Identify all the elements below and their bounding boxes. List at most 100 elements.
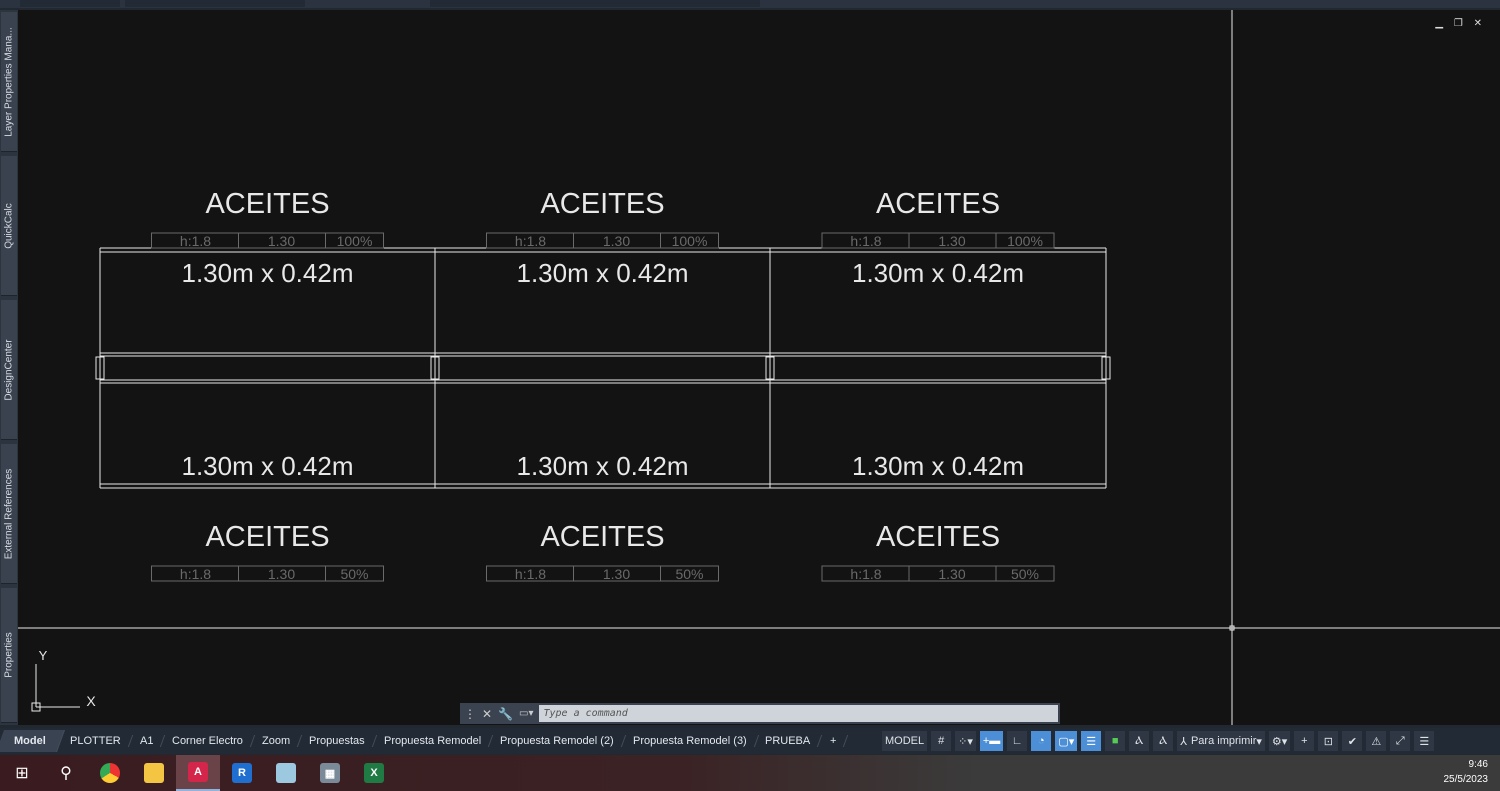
grid-icon[interactable]: # [931, 731, 952, 751]
graphics-warning-icon[interactable]: ⚠ [1366, 731, 1387, 751]
dimension-text: 1.30m x 0.42m [182, 258, 354, 288]
tag-text: 100% [672, 233, 708, 249]
dimension-text: 1.30m x 0.42m [517, 451, 689, 481]
side-palettes: Layer Properties Mana... QuickCalc Desig… [0, 10, 18, 725]
palette-label: Layer Properties Mana... [3, 26, 15, 137]
tag-text: h:1.8 [850, 566, 881, 582]
autocad-icon[interactable]: A [176, 755, 220, 791]
time: 9:46 [1468, 759, 1488, 770]
ortho-icon[interactable]: ∟ [1007, 731, 1028, 751]
file-tab[interactable] [20, 0, 120, 7]
label-title: ACEITES [205, 188, 329, 220]
ucs-x-label: X [86, 693, 96, 709]
layout-tab-label: A1 [139, 735, 153, 747]
add-layout-button[interactable]: + [818, 735, 849, 747]
revit-icon[interactable]: R [220, 755, 264, 791]
windows-start-icon[interactable]: ⊞ [0, 755, 44, 791]
palette-label: QuickCalc [3, 202, 15, 249]
tag-text: 1.30 [268, 233, 295, 249]
dimension-text: 1.30m x 0.42m [852, 451, 1024, 481]
layout-tab-label: PRUEBA [765, 735, 811, 747]
palette-label: External References [3, 468, 15, 559]
menu-icon[interactable]: ☰ [1414, 731, 1435, 751]
layout-tab[interactable]: Propuesta Remodel (3) [621, 735, 759, 747]
notes-icon[interactable] [264, 755, 308, 791]
layout-tab[interactable]: PRUEBA [754, 735, 823, 747]
grip-icon[interactable]: ⋮ [464, 707, 476, 721]
command-line: ⋮ ✕ 🔧 ▭▾ Type a command [460, 703, 1060, 724]
tag-text: 100% [337, 233, 373, 249]
tag-text: 1.30 [938, 233, 965, 249]
polar-tracking-icon[interactable]: ◔ [1031, 731, 1052, 751]
palette-label: Properties [3, 632, 15, 678]
layout-tab[interactable]: Corner Electro [160, 735, 256, 747]
ucs-y-label: Y [39, 648, 48, 663]
tag-text: h:1.8 [850, 233, 881, 249]
date: 25/5/2023 [1443, 774, 1489, 785]
status-bar: MODEL # ⁘▾ +▬ ∟ ◔ ▢▾ ☰ ■ Ⲁ Ⲁ ⅄ Para impr… [880, 728, 1500, 754]
dimension-text: 1.30m x 0.42m [182, 451, 354, 481]
model-space-button[interactable]: MODEL [882, 731, 928, 751]
layout-tab[interactable]: Propuesta Remodel [372, 735, 494, 747]
layout-tab-label: + [829, 735, 837, 747]
tag-text: 1.30 [268, 566, 295, 582]
layout-tab[interactable]: Zoom [250, 735, 303, 747]
tag-text: 1.30 [603, 233, 630, 249]
layout-tab-label: Propuestas [309, 735, 365, 747]
snap-icon[interactable]: ⁘▾ [955, 731, 976, 751]
chrome-icon[interactable] [88, 755, 132, 791]
tag-text: 100% [1007, 233, 1043, 249]
close-icon[interactable]: ✕ [482, 707, 492, 721]
clean-screen-icon[interactable]: ⤢ [1390, 731, 1411, 751]
label-title: ACEITES [540, 188, 664, 220]
label-title: ACEITES [876, 521, 1000, 553]
layout-tab[interactable]: Propuesta Remodel (2) [488, 735, 626, 747]
annotation-visibility-icon[interactable]: Ⲁ [1129, 731, 1150, 751]
dynamic-input-icon[interactable]: +▬ [979, 731, 1004, 751]
palette-properties[interactable]: Properties [1, 588, 17, 723]
palette-external-references[interactable]: External References [1, 444, 17, 584]
palette-quickcalc[interactable]: QuickCalc [1, 156, 17, 296]
taskbar: ⊞ ⚲ A R ▦ X 9:46 25/5/2023 [0, 755, 1500, 791]
drawing-canvas[interactable]: ▁ ❐ ✕ ACEITES h:1.8 1.30 100% 1.30m x 0.42m A… [18, 10, 1500, 725]
layout-tab-label: Model [13, 735, 46, 747]
tag-text: 50% [675, 566, 703, 582]
tag-text: 1.30 [603, 566, 630, 582]
file-tabs-bar [0, 0, 1500, 8]
tag-text: h:1.8 [515, 566, 546, 582]
file-tab[interactable] [125, 0, 305, 7]
label-title: ACEITES [205, 521, 329, 553]
layout-tab[interactable]: A1 [128, 735, 166, 747]
layout-tab-label: Zoom [261, 735, 291, 747]
hardware-acceleration-icon[interactable]: ✔ [1342, 731, 1363, 751]
layout-tab[interactable]: Propuestas [297, 735, 377, 747]
file-tab[interactable] [430, 0, 760, 7]
annotation-scale-label: Para imprimir [1190, 735, 1257, 747]
command-input[interactable]: Type a command [539, 705, 1058, 722]
file-explorer-icon[interactable] [132, 755, 176, 791]
command-prompt-icon[interactable]: ▭▾ [519, 708, 533, 719]
layout-tab-label: PLOTTER [69, 735, 121, 747]
lineweight-icon[interactable]: ☰ [1081, 731, 1102, 751]
annotation-scale-button[interactable]: ⅄ Para imprimir ▾ [1177, 731, 1265, 751]
isolate-objects-icon[interactable]: ⊡ [1318, 731, 1339, 751]
layout-tab[interactable]: PLOTTER [58, 735, 133, 747]
clock[interactable]: 9:46 25/5/2023 [1444, 757, 1489, 787]
wrench-icon[interactable]: 🔧 [498, 707, 513, 721]
layout-tab[interactable]: Model [0, 730, 65, 752]
tag-text: 50% [340, 566, 368, 582]
dimension-text: 1.30m x 0.42m [517, 258, 689, 288]
calculator-icon[interactable]: ▦ [308, 755, 352, 791]
auto-scale-icon[interactable]: Ⲁ [1153, 731, 1174, 751]
object-snap-icon[interactable]: ▢▾ [1055, 731, 1078, 751]
tag-text: h:1.8 [180, 233, 211, 249]
palette-layer-properties[interactable]: Layer Properties Mana... [1, 12, 17, 152]
transparency-icon[interactable]: ■ [1105, 731, 1126, 751]
excel-icon[interactable]: X [352, 755, 396, 791]
palette-designcenter[interactable]: DesignCenter [1, 300, 17, 440]
search-icon[interactable]: ⚲ [44, 755, 88, 791]
palette-label: DesignCenter [3, 338, 15, 401]
gear-icon[interactable]: ⚙▾ [1268, 731, 1291, 751]
plus-icon[interactable]: + [1294, 731, 1315, 751]
dimension-text: 1.30m x 0.42m [852, 258, 1024, 288]
